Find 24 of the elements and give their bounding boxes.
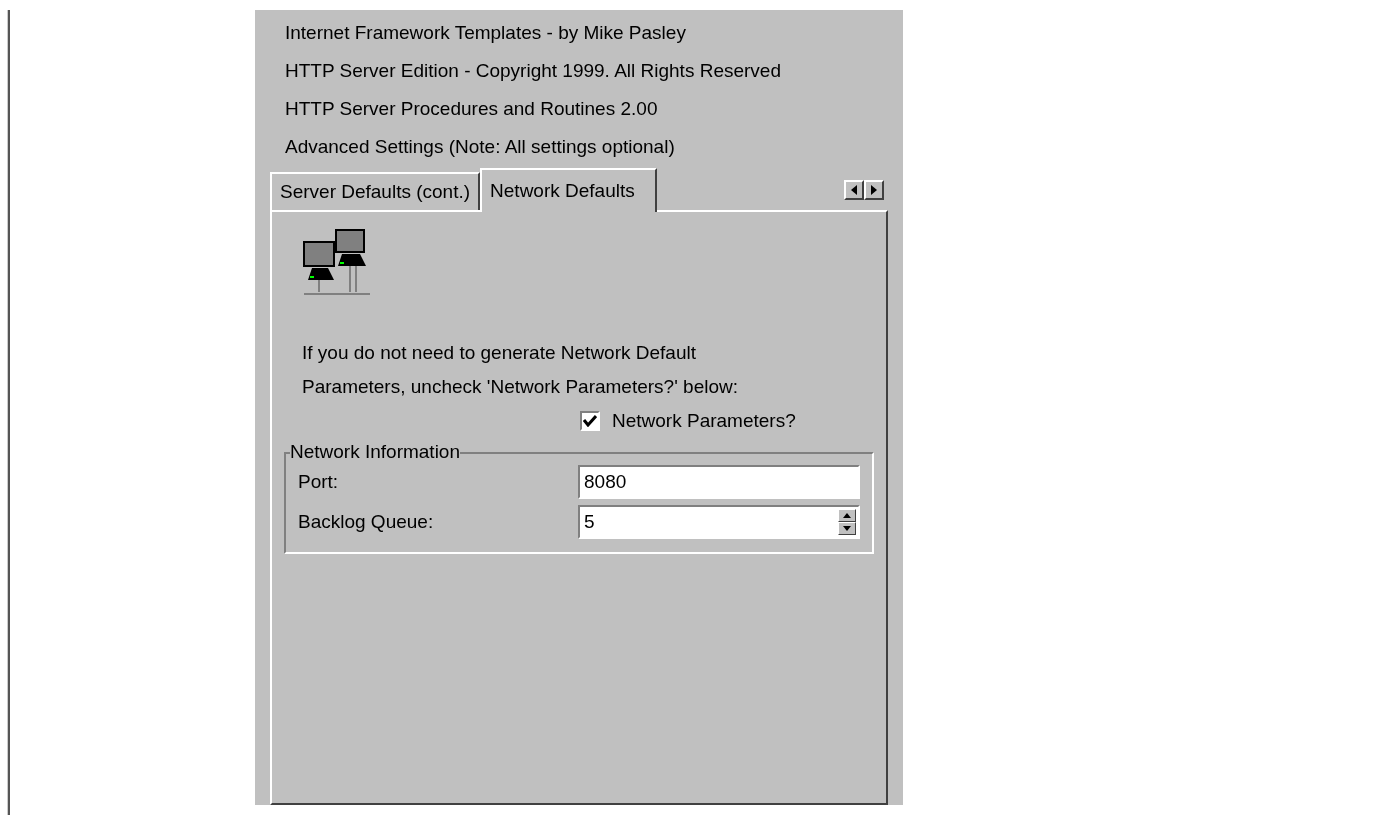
network-parameters-checkbox[interactable] <box>580 410 600 431</box>
header-text: Advanced Settings (Note: All settings optional) <box>285 135 676 159</box>
right-arrow-icon <box>870 184 878 195</box>
field-label: Backlog Queue: <box>298 509 435 534</box>
instruction-text: If you do not need to generate Network Default <box>302 340 697 365</box>
spin-up-button[interactable] <box>838 508 856 522</box>
backlog-queue-spinner[interactable]: 5 <box>578 504 860 539</box>
up-arrow-icon <box>843 512 851 518</box>
tab[interactable]: Network Defaults <box>480 167 657 212</box>
scroll-left-button[interactable] <box>844 179 864 200</box>
header-text: HTTP Server Procedures and Routines 2.00 <box>285 97 659 121</box>
checkbox-label: Network Parameters? <box>612 408 796 433</box>
left-arrow-icon <box>850 184 858 195</box>
checkmark-icon <box>583 414 597 427</box>
header-text: Internet Framework Templates - by Mike Pasley <box>285 21 687 45</box>
spinner-value: 5 <box>583 509 596 534</box>
field-label: Port: <box>298 469 340 494</box>
scroll-right-button[interactable] <box>864 179 884 200</box>
instruction-text: Parameters, uncheck 'Network Parameters?' below: <box>302 374 739 399</box>
header-text: HTTP Server Edition - Copyright 1999. All Rights Reserved <box>285 59 782 83</box>
down-arrow-icon <box>843 525 851 531</box>
tab[interactable]: Server Defaults (cont.) <box>270 171 481 210</box>
networked-computers-icon <box>302 227 372 298</box>
port-input[interactable]: 8080 <box>578 464 860 499</box>
